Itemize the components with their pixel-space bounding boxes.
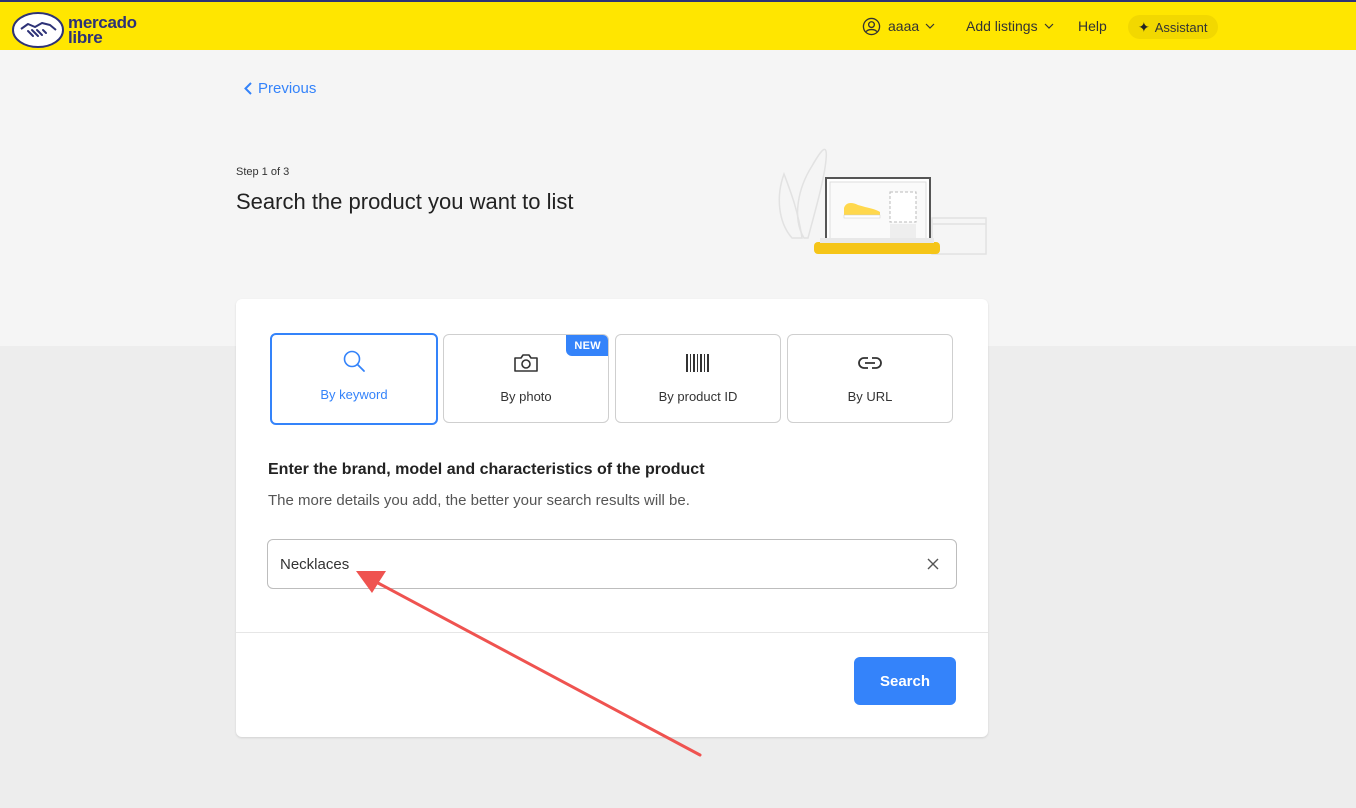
method-by-product-id[interactable]: By product ID xyxy=(615,334,781,423)
chevron-down-icon xyxy=(925,23,935,29)
method-by-url[interactable]: By URL xyxy=(787,334,953,423)
search-hint: The more details you add, the better you… xyxy=(268,492,690,509)
help-label: Help xyxy=(1078,18,1107,34)
previous-label: Previous xyxy=(258,80,317,97)
add-listings-menu[interactable]: Add listings xyxy=(966,2,1054,50)
header-bar: mercado libre aaaa Add listings Help ✦ A… xyxy=(0,0,1356,50)
new-badge: NEW xyxy=(566,335,608,356)
search-icon xyxy=(343,350,365,372)
method-label: By URL xyxy=(847,389,893,404)
user-avatar-icon xyxy=(862,17,881,35)
previous-link[interactable]: Previous xyxy=(244,80,316,97)
search-card: By keyword NEW By photo By product ID By… xyxy=(236,299,988,737)
listing-illustration xyxy=(778,148,987,255)
sparkle-icon: ✦ xyxy=(1138,18,1150,35)
method-by-keyword[interactable]: By keyword xyxy=(270,333,438,425)
method-by-photo[interactable]: NEW By photo xyxy=(443,334,609,423)
method-label: By photo xyxy=(500,389,552,404)
method-label: By keyword xyxy=(320,387,388,402)
page-title: Search the product you want to list xyxy=(236,189,574,214)
method-label: By product ID xyxy=(658,389,738,404)
assistant-label: Assistant xyxy=(1154,19,1208,35)
add-listings-label: Add listings xyxy=(966,18,1038,34)
chevron-left-icon xyxy=(244,82,252,95)
chevron-down-icon xyxy=(1044,23,1054,29)
handshake-logo-icon xyxy=(12,12,64,48)
step-indicator: Step 1 of 3 xyxy=(236,166,290,178)
mercado-libre-logo[interactable]: mercado libre xyxy=(12,12,137,48)
camera-icon xyxy=(514,354,538,372)
barcode-icon xyxy=(686,354,709,372)
product-search-field[interactable] xyxy=(267,539,957,589)
clear-icon[interactable] xyxy=(926,557,940,571)
assistant-button[interactable]: ✦ Assistant xyxy=(1128,15,1219,39)
search-heading: Enter the brand, model and characteristi… xyxy=(268,461,705,478)
link-icon xyxy=(858,357,882,369)
help-link[interactable]: Help xyxy=(1078,2,1107,50)
logo-word-libre: libre xyxy=(68,28,103,47)
product-search-input[interactable] xyxy=(280,540,900,588)
divider xyxy=(236,632,988,633)
search-button[interactable]: Search xyxy=(854,657,956,705)
user-name: aaaa xyxy=(888,18,920,34)
user-menu[interactable]: aaaa xyxy=(862,2,935,50)
